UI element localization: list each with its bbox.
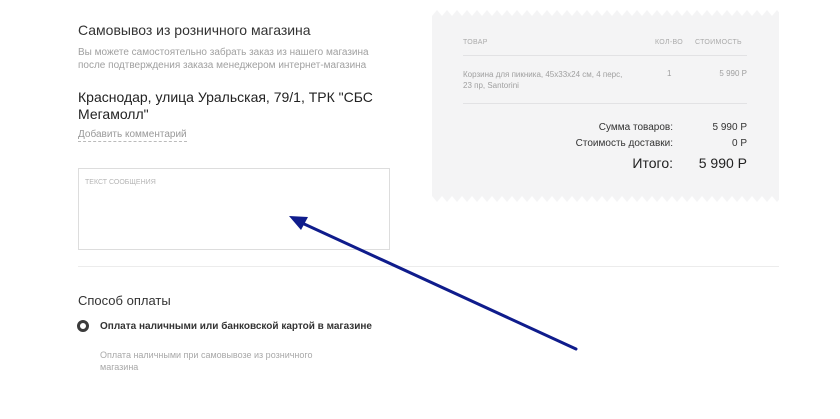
item-product-name: Корзина для пикника, 45х33х24 см, 4 перс… — [463, 70, 623, 90]
column-header-product: ТОВАР — [463, 39, 488, 46]
column-header-qty: КОЛ-ВО — [655, 39, 683, 46]
delivery-cost-value: 0 Р — [731, 138, 747, 149]
delivery-cost-label: Стоимость доставки: — [575, 138, 673, 149]
table-row-divider — [463, 103, 747, 104]
summary-top-edge — [432, 10, 779, 16]
store-address: Краснодар, улица Уральская, 79/1, ТРК "С… — [78, 89, 373, 122]
pickup-section-title: Самовывоз из розничного магазина — [78, 22, 311, 38]
payment-option-description: Оплата наличными при самовывозе из розни… — [100, 350, 313, 372]
add-comment-link[interactable]: Добавить комментарий — [78, 129, 187, 142]
summary-bottom-edge — [432, 196, 779, 202]
payment-option-label[interactable]: Оплата наличными или банковской картой в… — [100, 321, 372, 332]
goods-total-label: Сумма товаров: — [598, 122, 673, 133]
order-total-label: Итого: — [632, 155, 673, 171]
pickup-description: Вы можете самостоятельно забрать заказ и… — [78, 47, 369, 71]
table-header-divider — [463, 55, 747, 56]
radio-selected-icon[interactable] — [77, 320, 89, 332]
payment-section-title: Способ оплаты — [78, 293, 171, 308]
section-divider — [78, 266, 779, 267]
column-header-cost: СТОИМОСТЬ — [695, 39, 742, 46]
item-cost: 5 990 Р — [719, 69, 747, 78]
goods-total-value: 5 990 Р — [712, 122, 747, 133]
item-qty: 1 — [667, 69, 672, 78]
order-total-value: 5 990 Р — [698, 155, 747, 171]
comment-textarea[interactable] — [78, 168, 390, 250]
